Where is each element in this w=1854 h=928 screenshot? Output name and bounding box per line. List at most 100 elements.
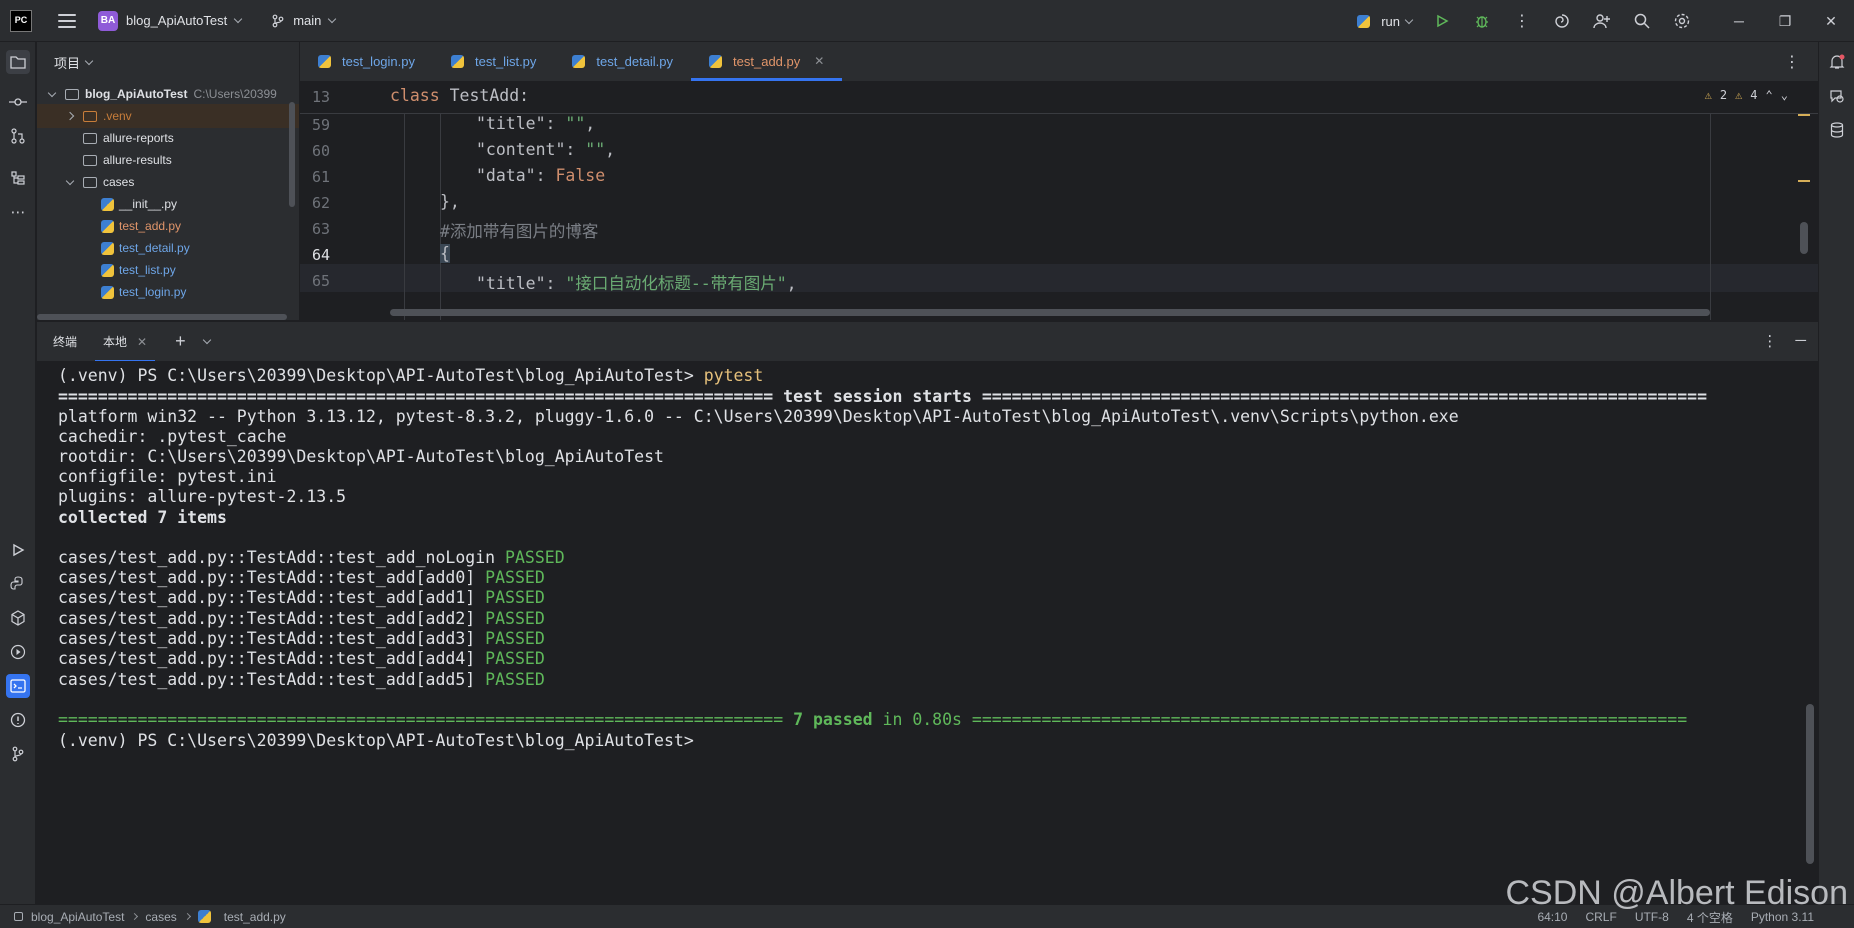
test-id: cases/test_add.py::TestAdd::test_add[add… [58,568,486,587]
summary-time: in 0.80s [872,710,972,729]
chevron-down-icon[interactable] [202,335,211,345]
close-tab-icon[interactable]: ✕ [137,335,147,349]
project-panel-header[interactable]: 项目 [37,42,299,82]
pull-request-icon [11,128,25,144]
run-button[interactable] [1422,0,1462,42]
punct: : [545,274,566,293]
problems-icon [10,712,26,728]
app-logo-icon: PC [10,9,32,32]
database-button[interactable] [1825,118,1849,142]
tree-item-test-login[interactable]: test_login.py [37,280,299,304]
terminal-output[interactable]: (.venv) PS C:\Users\20399\Desktop\API-Au… [37,361,1818,904]
terminal-header: 终端 本地 ✕ + ⋮ ─ [37,321,1818,362]
structure-tool-button[interactable] [6,166,30,190]
close-icon: ✕ [1825,12,1837,29]
terminal-line-session: ========================================… [58,387,1707,407]
notifications-button[interactable] [1825,50,1849,74]
tree-item-label: cases [103,175,135,189]
search-icon [1634,13,1650,29]
tab-label: test_list.py [475,53,537,69]
tab-test-add[interactable]: test_add.py ✕ [691,41,843,81]
tab-test-detail[interactable]: test_detail.py [554,41,691,81]
tree-item-cases[interactable]: cases [37,170,299,194]
warning-count: 2 [1719,88,1728,102]
ai-assistant-button[interactable] [1542,0,1582,42]
more-vertical-icon: ⋮ [1514,13,1530,30]
module-icon [14,912,23,921]
inspection-widget[interactable]: ⚠ 2 ⚠ 4 ⌃ ⌄ [1705,88,1788,102]
chevron-down-icon[interactable]: ⌄ [1781,88,1788,102]
run-config-selector[interactable]: run [1357,14,1414,29]
more-actions-button[interactable]: ⋮ [1502,0,1542,42]
tree-item-venv[interactable]: .venv [37,104,299,128]
new-terminal-icon[interactable]: + [175,331,186,352]
tree-item-test-detail[interactable]: test_detail.py [37,236,299,260]
main-menu-icon[interactable] [58,13,76,28]
summary-passed: 7 passed [783,710,873,729]
separator: ========================================… [58,710,784,729]
project-switcher[interactable]: BA blog_ApiAutoTest [98,10,243,31]
code-with-me-button[interactable] [1582,0,1622,42]
chevron-up-icon[interactable]: ⌃ [1766,88,1773,102]
services-tool-button[interactable] [6,640,30,664]
terminal-title: 终端 [53,335,78,349]
tabs-more-icon[interactable]: ⋮ [1784,52,1800,72]
tree-item-test-add[interactable]: test_add.py [37,214,299,238]
weak-warning-count: 4 [1750,88,1758,102]
tree-item-init[interactable]: __init__.py [37,192,299,216]
code-line-59: "title": "", [440,114,595,133]
python-packages-button[interactable] [6,606,30,630]
restore-icon: ❐ [1778,12,1792,29]
project-panel-hscrollbar[interactable] [37,314,287,320]
restore-button[interactable]: ❐ [1762,0,1808,42]
problems-tool-button[interactable] [6,708,30,732]
editor-hscrollbar[interactable] [390,309,1710,316]
project-panel-scrollbar[interactable] [289,102,295,207]
test-status: PASSED [485,568,545,587]
more-tools-button[interactable]: ⋯ [6,200,30,224]
line-number: 65 [311,272,330,290]
tree-root[interactable]: blog_ApiAutoTest C:\Users\20399 [37,82,299,106]
code-editor[interactable]: 59 "title": "", 60 "content": "", 61 "da… [300,82,1818,320]
sticky-header[interactable]: 13 class TestAdd: ⚠ 2 ⚠ 4 ⌃ ⌄ [300,82,1818,114]
settings-button[interactable] [1662,0,1702,42]
hide-panel-icon[interactable]: ─ [1795,332,1806,350]
project-tool-button[interactable] [6,50,30,74]
breadcrumb-item[interactable]: cases [145,910,176,924]
tab-test-login[interactable]: test_login.py [300,41,433,81]
tree-item-allure-reports[interactable]: allure-reports [37,126,299,150]
title-bar: PC BA blog_ApiAutoTest main run ⋮ ─ ❐ ✕ [0,0,1854,42]
minimize-icon: ─ [1734,13,1744,29]
code-line-62: }, [440,192,460,211]
debug-button[interactable] [1462,0,1502,42]
minimize-button[interactable]: ─ [1716,0,1762,42]
python-console-button[interactable] [6,572,30,596]
tab-test-list[interactable]: test_list.py [433,41,554,81]
tree-item-label: __init__.py [119,197,178,211]
project-name: blog_ApiAutoTest [126,13,228,28]
terminal-tab-local[interactable]: 本地 ✕ [95,322,156,362]
breadcrumb-item[interactable]: blog_ApiAutoTest [31,910,124,924]
pull-requests-tool-button[interactable] [6,124,30,148]
commit-tool-button[interactable] [6,90,30,114]
close-tab-icon[interactable]: ✕ [814,54,824,68]
run-tool-button[interactable] [6,538,30,562]
close-button[interactable]: ✕ [1808,0,1854,42]
editor-vscrollbar[interactable] [1800,222,1808,254]
tree-item-test-list[interactable]: test_list.py [37,258,299,282]
test-id: cases/test_add.py::TestAdd::test_add[add… [58,588,486,607]
git-tool-button[interactable] [6,742,30,766]
terminal-tab-label: 本地 [103,335,128,349]
breadcrumb-item[interactable]: test_add.py [224,910,286,924]
code-line-61: "data": False [440,166,605,185]
bell-icon [1829,54,1845,69]
terminal-tool-button[interactable] [6,674,30,698]
chevron-down-icon [233,14,243,24]
terminal-icon [10,679,26,693]
terminal-vscrollbar[interactable] [1806,361,1814,904]
branch-switcher[interactable]: main [271,13,337,28]
tree-item-allure-results[interactable]: allure-results [37,148,299,172]
terminal-options-icon[interactable]: ⋮ [1762,332,1777,350]
ai-chat-button[interactable] [1825,84,1849,108]
search-button[interactable] [1622,0,1662,42]
